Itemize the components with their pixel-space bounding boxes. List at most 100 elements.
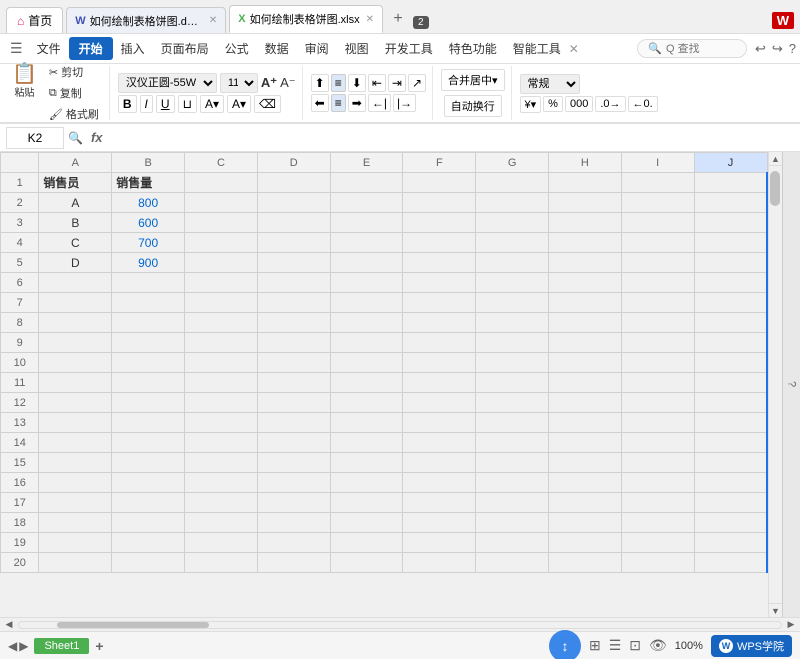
- cell-E10[interactable]: [330, 353, 403, 373]
- sheet-next-button[interactable]: ▶: [19, 639, 28, 653]
- cell-G1[interactable]: [476, 173, 549, 193]
- cell-G18[interactable]: [476, 513, 549, 533]
- cell-D12[interactable]: [257, 393, 330, 413]
- cell-G20[interactable]: [476, 553, 549, 573]
- cell-J6[interactable]: [694, 273, 767, 293]
- normal-view-icon[interactable]: ⊞: [589, 637, 601, 654]
- cell-H2[interactable]: [549, 193, 622, 213]
- cell-H16[interactable]: [549, 473, 622, 493]
- col-header-C[interactable]: C: [185, 153, 258, 173]
- cell-C18[interactable]: [185, 513, 258, 533]
- cell-B6[interactable]: [112, 273, 185, 293]
- h-scroll-thumb[interactable]: [57, 622, 209, 628]
- preview-icon[interactable]: 👁: [649, 637, 667, 654]
- cell-E19[interactable]: [330, 533, 403, 553]
- cell-C12[interactable]: [185, 393, 258, 413]
- add-sheet-button[interactable]: +: [95, 639, 103, 653]
- row-header-2[interactable]: 2: [1, 193, 39, 213]
- cell-F16[interactable]: [403, 473, 476, 493]
- cell-A14[interactable]: [39, 433, 112, 453]
- row-header-13[interactable]: 13: [1, 413, 39, 433]
- cell-I14[interactable]: [621, 433, 694, 453]
- cell-J4[interactable]: [694, 233, 767, 253]
- paste-button[interactable]: 📋 粘贴: [6, 62, 43, 124]
- cell-D17[interactable]: [257, 493, 330, 513]
- cell-J2[interactable]: [694, 193, 767, 213]
- cell-E20[interactable]: [330, 553, 403, 573]
- cell-H5[interactable]: [549, 253, 622, 273]
- align-top-icon[interactable]: ⬆: [311, 74, 329, 92]
- h-scroll-left[interactable]: ◀: [2, 619, 16, 631]
- cell-G8[interactable]: [476, 313, 549, 333]
- tab-home[interactable]: ⌂ 首页: [6, 7, 63, 33]
- wrap-text-button[interactable]: 自动换行: [444, 95, 502, 117]
- cell-D6[interactable]: [257, 273, 330, 293]
- cell-C7[interactable]: [185, 293, 258, 313]
- cell-E2[interactable]: [330, 193, 403, 213]
- cell-D18[interactable]: [257, 513, 330, 533]
- cell-J7[interactable]: [694, 293, 767, 313]
- cell-C10[interactable]: [185, 353, 258, 373]
- cell-F5[interactable]: [403, 253, 476, 273]
- increase-indent-icon[interactable]: |→: [393, 94, 416, 112]
- cell-C13[interactable]: [185, 413, 258, 433]
- cell-A16[interactable]: [39, 473, 112, 493]
- cell-F10[interactable]: [403, 353, 476, 373]
- menu-special[interactable]: 特色功能: [441, 37, 505, 60]
- tab-xlsx-close[interactable]: ✕: [366, 14, 374, 25]
- cell-D13[interactable]: [257, 413, 330, 433]
- row-header-10[interactable]: 10: [1, 353, 39, 373]
- cell-B13[interactable]: [112, 413, 185, 433]
- row-header-1[interactable]: 1: [1, 173, 39, 193]
- percent-button[interactable]: %: [543, 96, 563, 112]
- cell-J18[interactable]: [694, 513, 767, 533]
- cell-F12[interactable]: [403, 393, 476, 413]
- col-header-H[interactable]: H: [549, 153, 622, 173]
- cell-B2[interactable]: 800: [112, 193, 185, 213]
- cell-C8[interactable]: [185, 313, 258, 333]
- row-header-8[interactable]: 8: [1, 313, 39, 333]
- cell-H8[interactable]: [549, 313, 622, 333]
- cell-A2[interactable]: A: [39, 193, 112, 213]
- indent-increase-icon[interactable]: ⇥: [388, 74, 406, 92]
- cell-F1[interactable]: [403, 173, 476, 193]
- cell-I18[interactable]: [621, 513, 694, 533]
- thousand-button[interactable]: 000: [565, 96, 593, 112]
- cell-F8[interactable]: [403, 313, 476, 333]
- cell-G17[interactable]: [476, 493, 549, 513]
- cell-D1[interactable]: [257, 173, 330, 193]
- cell-B8[interactable]: [112, 313, 185, 333]
- cell-B17[interactable]: [112, 493, 185, 513]
- cell-C17[interactable]: [185, 493, 258, 513]
- sheet-tab[interactable]: Sheet1: [34, 638, 89, 654]
- row-header-7[interactable]: 7: [1, 293, 39, 313]
- row-header-5[interactable]: 5: [1, 253, 39, 273]
- cell-J5[interactable]: [694, 253, 767, 273]
- cell-G4[interactable]: [476, 233, 549, 253]
- nav-forward-icon[interactable]: ↪: [772, 41, 783, 57]
- menu-insert[interactable]: 插入: [113, 37, 153, 60]
- help-panel[interactable]: ?: [782, 152, 800, 617]
- cell-E12[interactable]: [330, 393, 403, 413]
- cell-D16[interactable]: [257, 473, 330, 493]
- cell-D3[interactable]: [257, 213, 330, 233]
- menu-page-layout[interactable]: 页面布局: [153, 37, 217, 60]
- cell-D14[interactable]: [257, 433, 330, 453]
- menu-close-icon[interactable]: ✕: [569, 42, 579, 56]
- h-scroll-right[interactable]: ▶: [784, 619, 798, 631]
- cell-D15[interactable]: [257, 453, 330, 473]
- cell-J19[interactable]: [694, 533, 767, 553]
- cell-G12[interactable]: [476, 393, 549, 413]
- cell-F15[interactable]: [403, 453, 476, 473]
- cell-E14[interactable]: [330, 433, 403, 453]
- cell-C16[interactable]: [185, 473, 258, 493]
- copy-button[interactable]: ⧉ 复制: [45, 83, 103, 103]
- cell-E16[interactable]: [330, 473, 403, 493]
- number-format-selector[interactable]: 常规: [520, 74, 580, 94]
- cell-A17[interactable]: [39, 493, 112, 513]
- cell-J3[interactable]: [694, 213, 767, 233]
- cell-D19[interactable]: [257, 533, 330, 553]
- menu-file[interactable]: 文件: [29, 37, 69, 60]
- cell-A1[interactable]: 销售员: [39, 173, 112, 193]
- cell-A15[interactable]: [39, 453, 112, 473]
